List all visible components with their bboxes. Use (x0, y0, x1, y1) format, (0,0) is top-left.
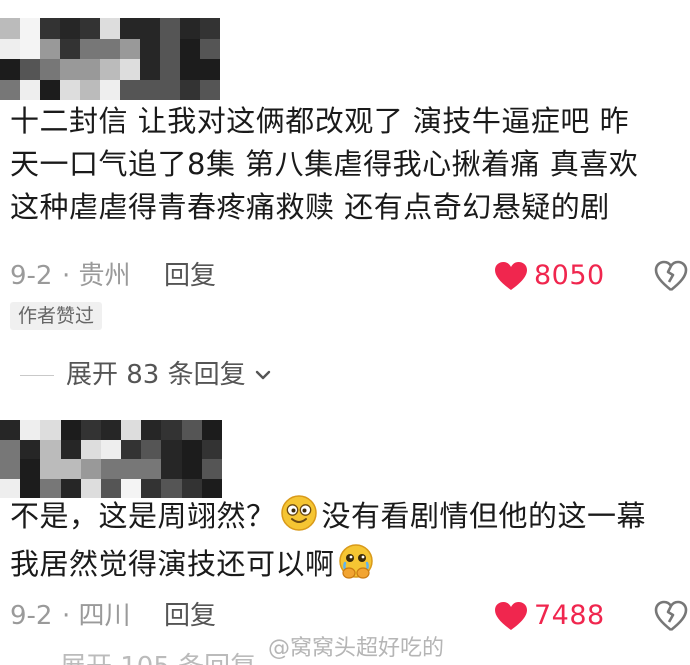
pleading-emoji-icon (338, 544, 373, 579)
comment-thread: 十二封信 让我对这俩都改观了 演技牛逼症吧 昨 天一口气追了8集 第八集虐得我心… (0, 0, 690, 665)
heart-icon (495, 262, 527, 290)
censored-username-1 (0, 18, 220, 100)
comment-2-like-button[interactable]: 7488 (494, 598, 624, 634)
comment-2-text-line-2: 我居然觉得演技还可以啊 (10, 542, 686, 586)
comment-1-location: · 贵州 (62, 261, 131, 291)
comment-1-reply-button[interactable]: 回复 (164, 258, 216, 294)
comment-2-text-part-3: 我居然觉得演技还可以啊 (10, 547, 335, 581)
smiling-eyes-emoji-icon (280, 495, 317, 531)
comment-1-meta: 9-2 · 贵州 回复 8050 (10, 258, 689, 294)
comment-2-location: · 四川 (62, 601, 131, 631)
comment-1-like-count: 8050 (534, 260, 605, 291)
weibo-watermark: @窝窝头超好吃的 (268, 636, 445, 661)
broken-heart-icon[interactable] (653, 258, 689, 294)
comment-2-text-part-2: 没有看剧情但他的这一幕 (321, 499, 647, 533)
comment-2-expand-replies-partial[interactable]: 展开 105 条回复 (60, 654, 256, 665)
expand-divider (20, 375, 54, 376)
comment-2-reply-button[interactable]: 回复 (164, 598, 216, 634)
comment-1-expand-label: 展开 83 条回复 (66, 360, 246, 390)
comment-1-text-line-3: 这种虐虐得青春疼痛救赎 还有点奇幻悬疑的剧 (10, 190, 610, 224)
comment-1-like-button[interactable]: 8050 (494, 258, 624, 294)
comment-2-text-line-1: 不是，这是周翊然？ 没有看剧情但他的这一幕 (10, 494, 686, 538)
comment-2-like-count: 7488 (534, 600, 605, 631)
comment-2-meta: 9-2 · 四川 回复 7488 (10, 598, 689, 634)
chevron-down-icon (255, 370, 271, 380)
author-liked-badge: 作者赞过 (10, 302, 103, 330)
broken-heart-icon[interactable] (653, 598, 689, 634)
comment-1-date: 9-2 (10, 261, 53, 291)
comment-1-text-line-2: 天一口气追了8集 第八集虐得我心揪着痛 真喜欢 (10, 147, 639, 181)
comment-2-text-part-1: 不是，这是周翊然？ (10, 499, 276, 533)
comment-1-text-line-1: 十二封信 让我对这俩都改观了 演技牛逼症吧 昨 (10, 104, 630, 138)
censored-username-2 (0, 420, 222, 498)
comment-2-date: 9-2 (10, 601, 53, 631)
comment-1-expand-replies[interactable]: 展开 83 条回复 (20, 357, 320, 393)
heart-icon (495, 602, 527, 630)
